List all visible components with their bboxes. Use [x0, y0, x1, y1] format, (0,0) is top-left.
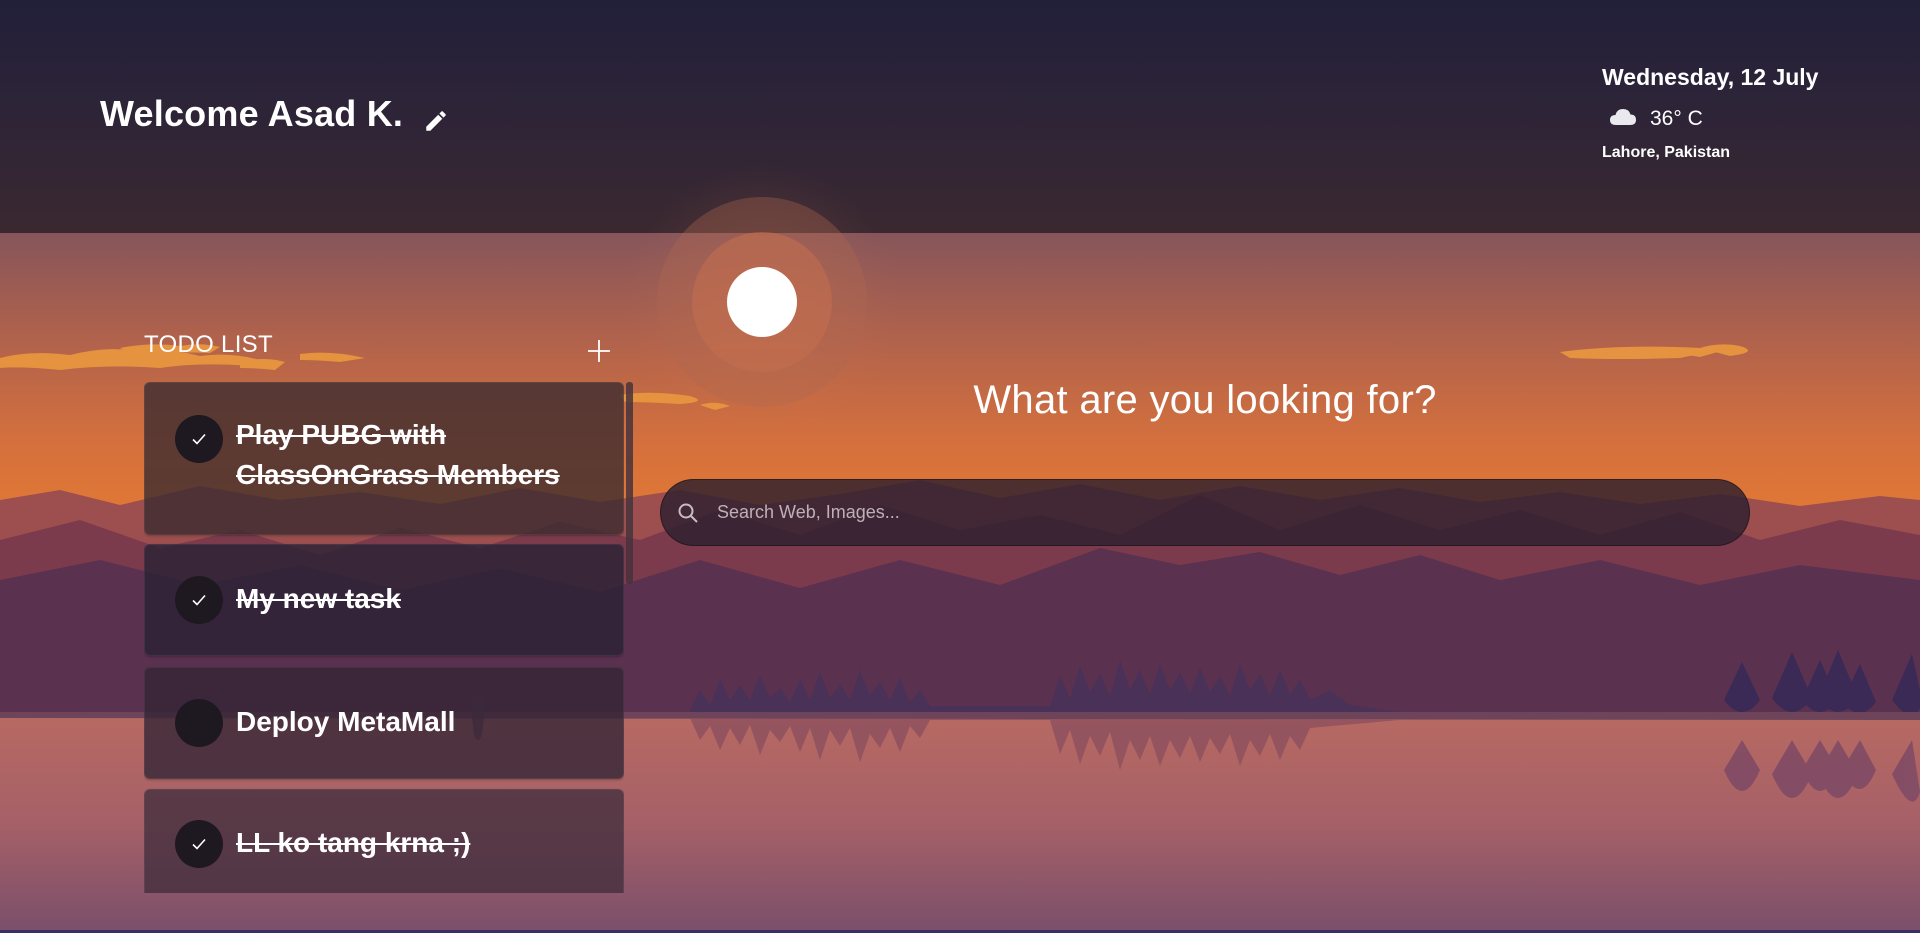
plus-icon[interactable] — [584, 336, 614, 366]
location-text: Lahore, Pakistan — [1602, 144, 1731, 161]
search-heading: What are you looking for? — [973, 378, 1437, 422]
todo-item[interactable]: LL ko tang krna ;) — [144, 789, 624, 893]
checkmark-icon — [192, 594, 206, 606]
checkmark-icon — [192, 433, 206, 445]
todo-text: Play PUBG with ClassOnGrass Members — [236, 419, 560, 490]
todo-checkbox[interactable] — [175, 820, 223, 868]
weather-widget: Wednesday, 12 July 36° C Lahore, Pakista… — [1602, 64, 1818, 162]
checkmark-icon — [192, 838, 206, 850]
todo-text: LL ko tang krna ;) — [236, 827, 471, 858]
todo-item[interactable]: My new task — [144, 544, 624, 656]
pencil-icon[interactable] — [423, 101, 449, 131]
todo-list-title: TODO LIST — [144, 331, 273, 358]
welcome-text: Welcome Asad K. — [100, 93, 404, 134]
todo-list: Play PUBG with ClassOnGrass Members My n… — [144, 382, 624, 893]
todo-item[interactable]: Play PUBG with ClassOnGrass Members — [144, 382, 624, 535]
welcome-heading: Welcome Asad K. — [100, 93, 449, 135]
todo-text: Deploy MetaMall — [236, 706, 456, 737]
date-text: Wednesday, 12 July — [1602, 64, 1819, 90]
cloud-icon — [1608, 105, 1638, 132]
todo-scrollbar[interactable] — [626, 382, 633, 584]
temperature-text: 36° C — [1650, 106, 1703, 130]
todo-checkbox[interactable] — [175, 415, 223, 463]
search-input[interactable] — [715, 479, 1749, 546]
todo-text: My new task — [236, 583, 401, 614]
todo-item[interactable]: Deploy MetaMall — [144, 667, 624, 779]
search-bar[interactable] — [660, 479, 1750, 546]
todo-checkbox[interactable] — [175, 576, 223, 624]
search-icon — [673, 498, 703, 528]
todo-checkbox[interactable] — [175, 699, 223, 747]
